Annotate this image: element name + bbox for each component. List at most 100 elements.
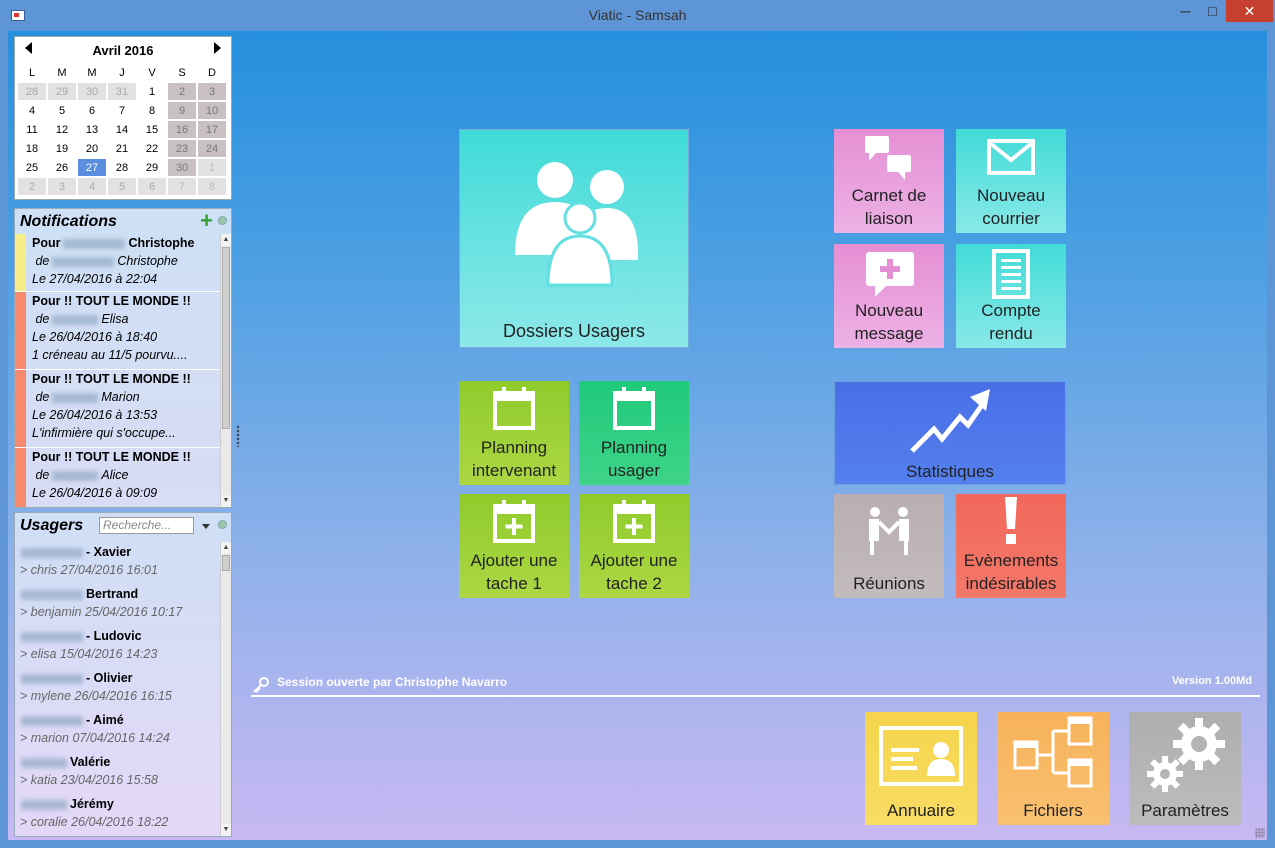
- calendar-day[interactable]: 1: [197, 158, 227, 177]
- calendar-day[interactable]: 24: [197, 139, 227, 158]
- nouveau-courrier-tile[interactable]: Nouveau courrier: [956, 129, 1066, 233]
- calendar-day[interactable]: 19: [47, 139, 77, 158]
- list-item[interactable]: - Xavier > chris 27/04/2016 16:01: [15, 543, 221, 585]
- calendar-day[interactable]: 25: [17, 158, 47, 177]
- calendar-day[interactable]: 29: [47, 82, 77, 101]
- calendar-day[interactable]: 16: [167, 120, 197, 139]
- statistiques-label: Statistiques: [906, 462, 994, 481]
- calendar-day[interactable]: 30: [77, 82, 107, 101]
- ajouter-tache-1-tile[interactable]: Ajouter une tache 1: [459, 494, 569, 598]
- list-item[interactable]: - Olivier > mylene 26/04/2016 16:15: [15, 669, 221, 711]
- calendar-plus-icon: [493, 500, 535, 543]
- calendar-day[interactable]: 3: [197, 82, 227, 101]
- calendar-day[interactable]: 12: [47, 120, 77, 139]
- notification-item[interactable]: Pour Christophe de Christophe Le 27/04/201…: [15, 234, 221, 292]
- calendar-day[interactable]: 23: [167, 139, 197, 158]
- plus-icon[interactable]: +: [200, 210, 213, 232]
- window-frame-left: [0, 31, 8, 848]
- calendar-day[interactable]: 9: [167, 101, 197, 120]
- calendar-day[interactable]: 21: [107, 139, 137, 158]
- usager-last-update: > elisa 15/04/2016 14:23: [20, 647, 158, 661]
- calendar-day-of-week: M: [77, 63, 107, 82]
- nouveau-message-tile[interactable]: Nouveau message: [834, 244, 944, 348]
- panel-splitter-handle[interactable]: [236, 425, 240, 447]
- contact-card-icon: [879, 726, 963, 786]
- planning-intervenant-tile[interactable]: Planning intervenant: [459, 381, 569, 485]
- notification-date: Le 26/04/2016 à 18:40: [32, 330, 158, 344]
- list-item[interactable]: Bertrand > benjamin 25/04/2016 10:17: [15, 585, 221, 627]
- notification-item[interactable]: Pour !! TOUT LE MONDE !! de Elisa Le 26/0…: [15, 292, 221, 370]
- calendar-day[interactable]: 7: [107, 101, 137, 120]
- annuaire-tile[interactable]: Annuaire: [865, 712, 977, 825]
- calendar-day[interactable]: 22: [137, 139, 167, 158]
- notifications-scrollbar[interactable]: ▲ ▼: [220, 234, 231, 507]
- calendar-day[interactable]: 5: [47, 101, 77, 120]
- statistiques-tile[interactable]: Statistiques: [834, 381, 1066, 485]
- notification-item[interactable]: Pour !! TOUT LE MONDE !! de Marion Le 26/…: [15, 370, 221, 448]
- compte-rendu-tile[interactable]: Compte rendu: [956, 244, 1066, 348]
- calendar-day[interactable]: 6: [77, 101, 107, 120]
- notification-item[interactable]: Pour !! TOUT LE MONDE !! de Alice Le 26/0…: [15, 448, 221, 507]
- list-item[interactable]: - Aimé > marion 07/04/2016 14:24: [15, 711, 221, 753]
- list-item[interactable]: - Ludovic > elisa 15/04/2016 14:23: [15, 627, 221, 669]
- maximize-button[interactable]: □: [1199, 0, 1226, 22]
- status-dot-icon: [218, 520, 227, 529]
- notification-recipient: Pour !! TOUT LE MONDE !!: [32, 372, 191, 386]
- notifications-panel: Notifications + Pour Christophe de Christo…: [14, 208, 232, 508]
- minimize-button[interactable]: ─: [1172, 0, 1199, 22]
- calendar-day[interactable]: 4: [17, 101, 47, 120]
- calendar-day[interactable]: 10: [197, 101, 227, 120]
- calendar-day[interactable]: 8: [197, 177, 227, 196]
- ajouter-tache-1-label-line1: Ajouter une: [470, 551, 558, 570]
- calendar-day[interactable]: 14: [107, 120, 137, 139]
- evenements-indesirables-tile[interactable]: Evènements indésirables: [956, 494, 1066, 598]
- calendar-day[interactable]: 13: [77, 120, 107, 139]
- planning-usager-tile[interactable]: Planning usager: [579, 381, 689, 485]
- list-item[interactable]: Jérémy > coralie 26/04/2016 18:22: [15, 795, 221, 836]
- scrollbar-thumb[interactable]: [222, 247, 230, 429]
- dossiers-usagers-tile[interactable]: Dossiers Usagers: [459, 129, 689, 348]
- calendar-day[interactable]: 1: [137, 82, 167, 101]
- calendar-day[interactable]: 30: [167, 158, 197, 177]
- close-button[interactable]: ✕: [1226, 0, 1273, 22]
- calendar-day[interactable]: 15: [137, 120, 167, 139]
- carnet-liaison-tile[interactable]: Carnet de liaison: [834, 129, 944, 233]
- calendar-day[interactable]: 18: [17, 139, 47, 158]
- calendar-day[interactable]: 6: [137, 177, 167, 196]
- next-month-arrow-icon[interactable]: [214, 42, 221, 54]
- fichiers-tile[interactable]: Fichiers: [997, 712, 1109, 825]
- parametres-tile[interactable]: Paramètres: [1129, 712, 1241, 825]
- chevron-down-icon[interactable]: [202, 524, 210, 529]
- calendar-day[interactable]: 29: [137, 158, 167, 177]
- search-input[interactable]: Recherche...: [99, 517, 194, 534]
- calendar-day[interactable]: 28: [107, 158, 137, 177]
- notification-color-bar: [15, 370, 26, 447]
- scroll-down-arrow-icon[interactable]: ▼: [221, 495, 231, 507]
- calendar-day[interactable]: 2: [167, 82, 197, 101]
- ajouter-tache-2-tile[interactable]: Ajouter une tache 2: [579, 494, 689, 598]
- usagers-scrollbar[interactable]: ▲ ▼: [220, 542, 231, 836]
- scroll-up-arrow-icon[interactable]: ▲: [221, 234, 231, 246]
- calendar-day[interactable]: 11: [17, 120, 47, 139]
- calendar-day[interactable]: 28: [17, 82, 47, 101]
- calendar-day[interactable]: 7: [167, 177, 197, 196]
- resize-grip-icon[interactable]: [1255, 828, 1265, 838]
- calendar-day[interactable]: 31: [107, 82, 137, 101]
- calendar-day[interactable]: 5: [107, 177, 137, 196]
- calendar-day[interactable]: 20: [77, 139, 107, 158]
- calendar-day-of-week: J: [107, 63, 137, 82]
- calendar-day[interactable]: 4: [77, 177, 107, 196]
- calendar-day[interactable]: 3: [47, 177, 77, 196]
- calendar-day[interactable]: 27: [77, 158, 107, 177]
- usager-name: - Olivier: [86, 671, 133, 685]
- scrollbar-thumb[interactable]: [222, 555, 230, 571]
- list-item[interactable]: Valérie > katia 23/04/2016 15:58: [15, 753, 221, 795]
- scroll-up-arrow-icon[interactable]: ▲: [221, 542, 231, 554]
- reunions-tile[interactable]: Réunions: [834, 494, 944, 598]
- calendar-day[interactable]: 2: [17, 177, 47, 196]
- calendar-day[interactable]: 8: [137, 101, 167, 120]
- reunions-label: Réunions: [853, 574, 925, 593]
- scroll-down-arrow-icon[interactable]: ▼: [221, 824, 231, 836]
- calendar-day[interactable]: 17: [197, 120, 227, 139]
- calendar-day[interactable]: 26: [47, 158, 77, 177]
